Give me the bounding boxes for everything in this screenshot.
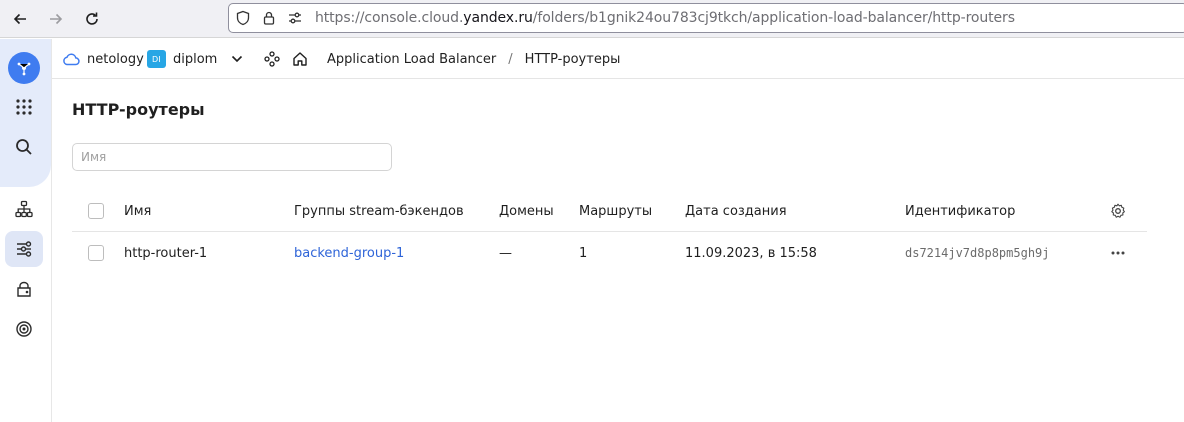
services-grid-icon: [16, 99, 32, 115]
backend-group-link[interactable]: backend-group-1: [294, 232, 404, 274]
services-grid-button[interactable]: [8, 91, 40, 123]
domains-cell: —: [499, 245, 512, 261]
back-button[interactable]: [8, 7, 32, 31]
breadcrumb-service-link[interactable]: Application Load Balancer: [327, 52, 496, 67]
row-select-cell: [88, 232, 104, 274]
column-header-backend-groups[interactable]: Группы stream-бэкендов: [294, 190, 464, 232]
browser-toolbar: https://console.cloud.yandex.ru/folders/…: [0, 0, 1184, 38]
network-icon: [15, 200, 33, 218]
cloud-selector[interactable]: netology: [62, 39, 144, 79]
column-header-id[interactable]: Идентификатор: [905, 190, 1015, 232]
table-row[interactable]: http-router-1 backend-group-1 — 1 11.09.…: [72, 232, 1147, 274]
column-header-name[interactable]: Имя: [124, 190, 151, 232]
storage-icon: [17, 281, 31, 297]
more-horizontal-icon: [1111, 251, 1125, 255]
created-cell: 11.09.2023, в 15:58: [685, 245, 817, 261]
service-graph-button[interactable]: [264, 39, 280, 79]
cloud-logo-button[interactable]: [8, 52, 40, 84]
folder-badge: DI: [147, 50, 166, 68]
target-icon: [16, 321, 32, 337]
back-arrow-icon: [13, 13, 26, 25]
search-button[interactable]: [8, 131, 40, 163]
cloud-icon: [63, 53, 80, 66]
address-bar[interactable]: https://console.cloud.yandex.ru/folders/…: [228, 3, 1184, 33]
home-button[interactable]: [292, 39, 308, 79]
breadcrumb-current: HTTP-роутеры: [524, 51, 621, 67]
console-header: netology DI diplom Application Load Bala…: [52, 39, 1184, 79]
column-header-routes[interactable]: Маршруты: [579, 190, 652, 232]
column-header-created[interactable]: Дата создания: [685, 190, 787, 232]
chevron-down-icon: [232, 55, 243, 63]
cloud-name[interactable]: netology: [87, 52, 144, 67]
router-name-cell[interactable]: http-router-1: [124, 232, 207, 274]
column-header-domains[interactable]: Домены: [499, 190, 554, 232]
cloud-logo-icon: [17, 62, 31, 76]
table-settings-button[interactable]: [1110, 190, 1126, 232]
target-button[interactable]: [8, 313, 40, 345]
row-checkbox[interactable]: [88, 245, 104, 261]
id-cell[interactable]: ds7214jv7d8p8pm5gh9j: [905, 232, 1050, 274]
select-all-checkbox[interactable]: [88, 203, 104, 219]
breadcrumb: Application Load Balancer / HTTP-роутеры: [327, 39, 620, 79]
network-button[interactable]: [8, 193, 40, 225]
url-text[interactable]: https://console.cloud.yandex.ru/folders/…: [315, 10, 1015, 26]
search-input[interactable]: [72, 143, 392, 171]
left-sidebar: [0, 39, 52, 422]
table-header-row: Имя Группы stream-бэкендов Домены Маршру…: [72, 190, 1147, 232]
row-actions-button[interactable]: [1110, 232, 1126, 274]
search-icon: [16, 139, 32, 155]
service-graph-icon: [264, 51, 280, 67]
folder-selector[interactable]: DI diplom: [147, 39, 243, 79]
routes-cell: 1: [579, 245, 588, 261]
storage-button[interactable]: [8, 273, 40, 305]
home-icon: [293, 52, 307, 66]
breadcrumb-separator: /: [508, 51, 513, 67]
select-all-cell: [88, 190, 104, 232]
forward-button[interactable]: [44, 7, 68, 31]
gear-icon: [1111, 203, 1125, 218]
reload-button[interactable]: [80, 7, 104, 31]
permissions-icon[interactable]: [283, 6, 307, 30]
lock-icon[interactable]: [257, 6, 281, 30]
forward-arrow-icon: [50, 13, 63, 25]
load-balancer-icon: [17, 241, 32, 257]
load-balancer-button[interactable]: [5, 231, 43, 267]
page-title: HTTP-роутеры: [72, 100, 205, 119]
shield-icon[interactable]: [231, 6, 255, 30]
reload-icon: [86, 12, 98, 25]
folder-name[interactable]: diplom: [173, 52, 217, 67]
